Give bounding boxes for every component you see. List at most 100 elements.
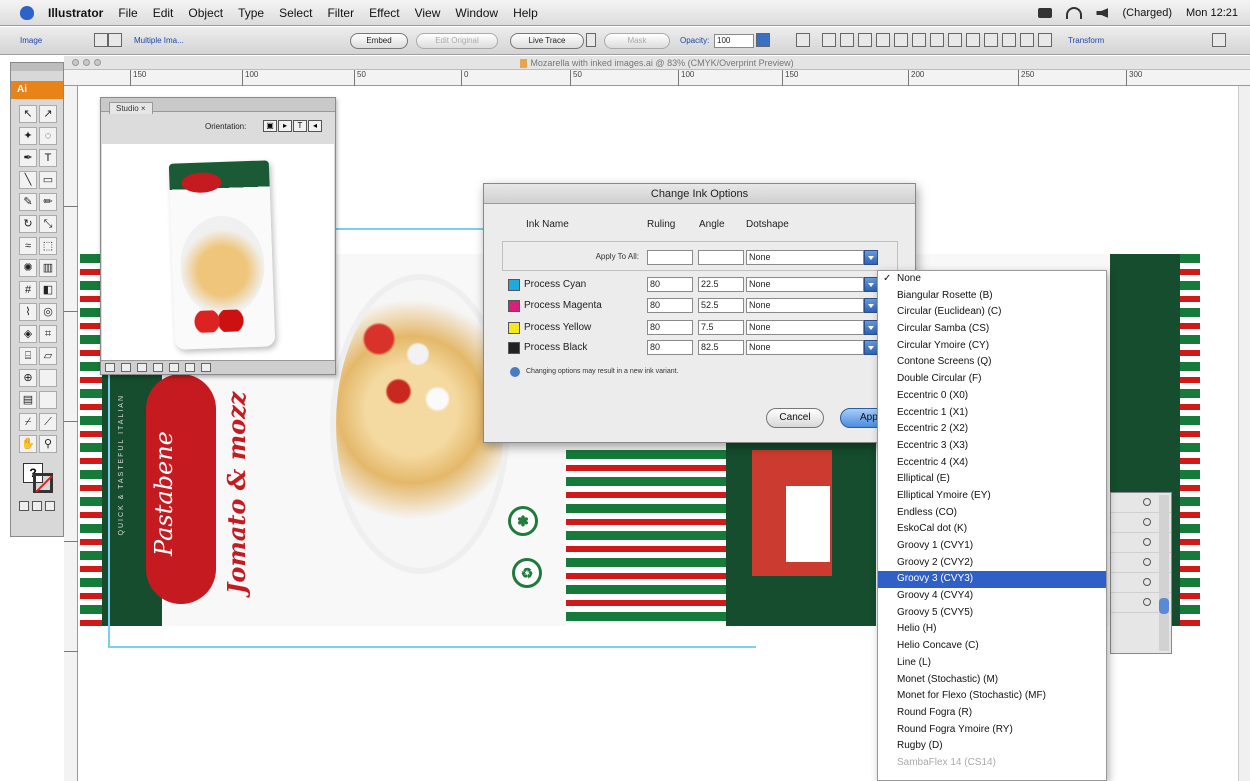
view-icon-3[interactable] (137, 363, 147, 372)
view-icon-6[interactable] (185, 363, 195, 372)
apple-icon[interactable] (20, 5, 34, 20)
symbol-sprayer-icon[interactable]: ✺ (19, 259, 37, 277)
rotate-tool-icon[interactable]: ↻ (19, 215, 37, 233)
paintbrush-icon[interactable]: ✎ (19, 193, 37, 211)
blend-tool-icon[interactable]: ◎ (39, 303, 57, 321)
dotshape-option[interactable]: Elliptical (E) (878, 471, 1106, 488)
dotshape-option[interactable]: Double Circular (F) (878, 371, 1106, 388)
vertical-scrollbar[interactable] (1238, 86, 1250, 781)
menu-effect[interactable]: Effect (369, 6, 399, 20)
apply-all-ruling-input[interactable] (647, 250, 693, 265)
black-ruling-input[interactable]: 80 (647, 340, 693, 355)
layer-visibility-icon[interactable] (1143, 498, 1151, 506)
hand-tool-icon[interactable]: ✋ (19, 435, 37, 453)
stroke-swatch[interactable] (33, 473, 53, 493)
dotshape-option[interactable]: Line (L) (878, 655, 1106, 672)
magenta-angle-input[interactable]: 52.5 (698, 298, 744, 313)
distribute-middle-icon[interactable] (948, 33, 962, 47)
dotshape-option[interactable]: Groovy 4 (CVY4) (878, 588, 1106, 605)
print-tool-icon[interactable]: ▤ (19, 391, 37, 409)
distribute-left-icon[interactable] (984, 33, 998, 47)
globe-icon[interactable]: ⊕ (19, 369, 37, 387)
distribute-h-icon[interactable] (1038, 33, 1052, 47)
orientation-side-icon[interactable]: ▸ (278, 120, 292, 132)
dotshape-option[interactable]: Helio (H) (878, 621, 1106, 638)
cyan-dotshape-arrow-icon[interactable] (864, 277, 878, 292)
knife-tool-icon[interactable]: ⌿ (19, 413, 37, 431)
display-icon[interactable] (1038, 8, 1053, 18)
view-icon-2[interactable] (121, 363, 131, 372)
magenta-ruling-input[interactable]: 80 (647, 298, 693, 313)
graph-tool-icon[interactable]: ▥ (39, 259, 57, 277)
blank-tool-icon[interactable] (39, 369, 57, 387)
menu-view[interactable]: View (415, 6, 441, 20)
yellow-dotshape-select[interactable]: None (746, 320, 864, 335)
panel-menu-icon[interactable] (1212, 33, 1226, 47)
cyan-dotshape-select[interactable]: None (746, 277, 864, 292)
dotshape-option[interactable]: Eccentric 2 (X2) (878, 421, 1106, 438)
magic-wand-icon[interactable]: ✦ (19, 127, 37, 145)
recolor-icon[interactable] (796, 33, 810, 47)
menu-file[interactable]: File (118, 6, 137, 20)
measure-tool-icon[interactable]: ⟋ (39, 413, 57, 431)
panel-grip[interactable] (11, 63, 63, 71)
distribute-center-icon[interactable] (1002, 33, 1016, 47)
volume-icon[interactable] (1096, 8, 1109, 18)
lasso-icon[interactable]: ◌ (39, 127, 57, 145)
layer-visibility-icon[interactable] (1143, 518, 1151, 526)
zoom-tool-icon[interactable]: ⚲ (39, 435, 57, 453)
menu-select[interactable]: Select (279, 6, 312, 20)
menu-object[interactable]: Object (188, 6, 223, 20)
yellow-dotshape-arrow-icon[interactable] (864, 320, 878, 335)
eyedropper-icon[interactable]: ⌇ (19, 303, 37, 321)
transform-link[interactable]: Transform (1068, 36, 1104, 45)
dotshape-option[interactable]: Groovy 5 (CVY5) (878, 605, 1106, 622)
mesh-tool-icon[interactable]: # (19, 281, 37, 299)
fill-stroke-swatches[interactable]: ? (23, 463, 53, 493)
dotshape-option[interactable]: Monet for Flexo (Stochastic) (MF) (878, 688, 1106, 705)
zoom-icon[interactable] (94, 59, 101, 66)
black-dotshape-select[interactable]: None (746, 340, 864, 355)
slice-tool-icon[interactable]: ⌸ (19, 347, 37, 365)
dotshape-option[interactable]: SambaFlex 14 (CS14) (878, 755, 1106, 772)
yellow-ruling-input[interactable]: 80 (647, 320, 693, 335)
orientation-top-icon[interactable]: T (293, 120, 307, 132)
pencil-icon[interactable]: ✏ (39, 193, 57, 211)
selection-tool-icon[interactable]: ↖ (19, 105, 37, 123)
dotshape-option[interactable]: Groovy 1 (CVY1) (878, 538, 1106, 555)
pen-tool-icon[interactable]: ✒ (19, 149, 37, 167)
layers-scrollbar[interactable] (1159, 495, 1169, 651)
cyan-angle-input[interactable]: 22.5 (698, 277, 744, 292)
dotshape-option[interactable]: EskoCal dot (K) (878, 521, 1106, 538)
dotshape-option[interactable]: Elliptical Ymoire (EY) (878, 488, 1106, 505)
eraser-icon[interactable]: ▱ (39, 347, 57, 365)
menu-type[interactable]: Type (238, 6, 264, 20)
close-icon[interactable] (72, 59, 79, 66)
view-icon-7[interactable] (201, 363, 211, 372)
dotshape-option[interactable]: Round Fogra Ymoire (RY) (878, 722, 1106, 739)
black-angle-input[interactable]: 82.5 (698, 340, 744, 355)
clock[interactable]: Mon 12:21 (1186, 7, 1238, 19)
dotshape-option[interactable]: Circular Ymoire (CY) (878, 338, 1106, 355)
dotshape-option[interactable]: Endless (CO) (878, 505, 1106, 522)
dotshape-option[interactable]: Circular (Euclidean) (C) (878, 304, 1106, 321)
menu-edit[interactable]: Edit (153, 6, 174, 20)
align-middle-icon[interactable] (894, 33, 908, 47)
menu-window[interactable]: Window (455, 6, 498, 20)
minimize-icon[interactable] (83, 59, 90, 66)
mask-button[interactable]: Mask (604, 33, 670, 49)
3d-preview-area[interactable] (102, 144, 334, 360)
apply-all-dotshape-select[interactable]: None (746, 250, 864, 265)
layer-visibility-icon[interactable] (1143, 578, 1151, 586)
direct-selection-tool-icon[interactable]: ↗ (39, 105, 57, 123)
type-tool-icon[interactable]: T (39, 149, 57, 167)
black-dotshape-arrow-icon[interactable] (864, 340, 878, 355)
dotshape-option[interactable]: Eccentric 4 (X4) (878, 455, 1106, 472)
live-paint-icon[interactable]: ◈ (19, 325, 37, 343)
dotshape-option[interactable]: None (878, 271, 1106, 288)
color-mode-icon[interactable] (19, 501, 29, 511)
line-tool-icon[interactable]: ╲ (19, 171, 37, 189)
layers-scroll-thumb[interactable] (1159, 598, 1169, 614)
free-transform-icon[interactable]: ⬚ (39, 237, 57, 255)
gradient-tool-icon[interactable]: ◧ (39, 281, 57, 299)
